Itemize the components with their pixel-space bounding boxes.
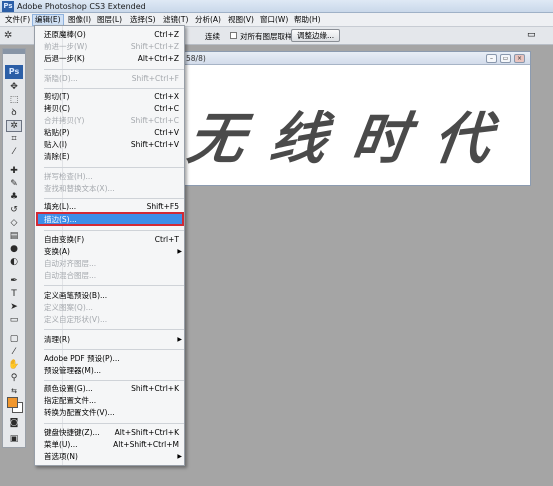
document-title: 58/8) [186, 54, 206, 63]
toolbox: Ps ✥ ⬚ ꝺ ✲ ⌗ ⁄ ✚ ✎ ♣ ↺ ◇ ▤ ● ◐ ✒ T ➤ ▭ ▢… [2, 48, 26, 448]
menu-item-fade: 渐隐(D)... Shift+Ctrl+F [44, 74, 179, 83]
menu-item-fill[interactable]: 填充(L)... Shift+F5 [44, 201, 185, 212]
menu-item-check-spelling: 拼写检查(H)... [44, 172, 93, 181]
path-selection-icon[interactable]: ➤ [6, 301, 22, 313]
menu-separator [44, 380, 184, 381]
pen-icon[interactable]: ✒ [6, 275, 22, 287]
magic-wand-icon[interactable]: ✲ [6, 120, 22, 132]
close-icon[interactable]: × [514, 54, 525, 63]
toolbox-grip[interactable] [3, 49, 25, 54]
quick-mask-icon[interactable]: ◙ [6, 417, 22, 429]
all-layers-checkbox[interactable] [230, 32, 237, 39]
zoom-icon[interactable]: ⚲ [6, 372, 22, 384]
brush-icon[interactable]: ✎ [6, 178, 22, 190]
stroke-callout-box [36, 212, 184, 226]
move-icon[interactable]: ✥ [6, 81, 22, 93]
eyedropper-icon[interactable]: ⁄ [6, 146, 22, 158]
crop-icon[interactable]: ⌗ [6, 133, 22, 145]
menu-separator [44, 285, 184, 286]
menu-item-paste-into[interactable]: 贴入(I) Shift+Ctrl+V [44, 139, 185, 150]
type-icon[interactable]: T [6, 288, 22, 300]
window-title: Adobe Photoshop CS3 Extended [17, 2, 146, 11]
swap-colors-icon[interactable]: ⇆ [6, 385, 22, 397]
lasso-icon[interactable]: ꝺ [6, 107, 22, 119]
menu-item-purge[interactable]: 清理(R) ▶ [44, 334, 185, 345]
document-title-bar[interactable]: 58/8) – ▭ × [184, 52, 530, 65]
menu-analysis[interactable]: 分析(A) [193, 14, 223, 26]
title-bar: Ps Adobe Photoshop CS3 Extended [0, 0, 553, 13]
menu-item-define-shape: 定义自定形状(V)... [44, 315, 108, 324]
menu-separator [44, 167, 184, 168]
document-window: 58/8) – ▭ × 无线时代 [183, 51, 531, 186]
menu-window[interactable]: 窗口(W) [258, 14, 290, 26]
magic-wand-icon[interactable]: ✲ [4, 30, 20, 42]
marquee-icon[interactable]: ⬚ [6, 94, 22, 106]
menu-item-cut[interactable]: 剪切(T) Ctrl+X [44, 91, 185, 102]
menu-help[interactable]: 帮助(H) [292, 14, 323, 26]
app-logo-icon: Ps [2, 1, 14, 12]
clone-stamp-icon[interactable]: ♣ [6, 191, 22, 203]
menu-item-define-brush[interactable]: 定义画笔预设(B)... [44, 290, 185, 301]
document-canvas[interactable]: 无线时代 [184, 66, 530, 185]
refine-edge-button[interactable]: 调整边缘... [291, 29, 341, 42]
hand-icon[interactable]: ✋ [6, 359, 22, 371]
brushes-palette-icon[interactable]: ▭ [527, 30, 539, 41]
menu-item-find-replace: 查找和替换文本(X)... [44, 184, 115, 193]
edit-menu: 还原魔棒(O) Ctrl+Z 前进一步(W) Shift+Ctrl+Z 后退一步(K… [34, 25, 185, 466]
minimize-icon[interactable]: – [486, 54, 497, 63]
dodge-icon[interactable]: ◐ [6, 256, 22, 268]
menu-item-undo[interactable]: 还原魔棒(O) Ctrl+Z [44, 29, 185, 40]
menu-view[interactable]: 视图(V) [226, 14, 256, 26]
eraser-icon[interactable]: ◇ [6, 217, 22, 229]
menu-item-menus[interactable]: 菜单(U)... Alt+Shift+Ctrl+M [44, 439, 185, 450]
submenu-arrow-icon: ▶ [177, 453, 182, 460]
menu-separator [44, 349, 184, 350]
menu-item-step-backward[interactable]: 后退一步(K) Alt+Ctrl+Z [44, 53, 185, 64]
menu-item-clear[interactable]: 清除(E) [44, 151, 185, 162]
menu-separator [44, 69, 184, 70]
ps-logo-icon[interactable]: Ps [5, 65, 23, 79]
eyedropper2-icon[interactable]: ⁄ [6, 346, 22, 358]
menu-separator [44, 423, 184, 424]
menu-item-pdf-presets[interactable]: Adobe PDF 预设(P)... [44, 353, 185, 364]
menu-item-copy-merged: 合并拷贝(Y) Shift+Ctrl+C [44, 116, 179, 125]
menu-item-auto-align: 自动对齐图层... [44, 259, 97, 268]
history-brush-icon[interactable]: ↺ [6, 204, 22, 216]
menu-item-assign-profile[interactable]: 指定配置文件... [44, 395, 185, 406]
submenu-arrow-icon: ▶ [177, 336, 182, 343]
menu-separator [44, 198, 184, 199]
canvas-text: 无线时代 [183, 106, 522, 172]
blur-icon[interactable]: ● [6, 243, 22, 255]
menu-item-keyboard-shortcuts[interactable]: 键盘快捷键(Z)... Alt+Shift+Ctrl+K [44, 427, 185, 438]
menu-separator [44, 88, 184, 89]
menu-item-step-forward: 前进一步(W) Shift+Ctrl+Z [44, 42, 179, 51]
menu-item-transform[interactable]: 变换(A) ▶ [44, 246, 185, 257]
menu-separator [44, 230, 184, 231]
menu-separator [44, 329, 184, 330]
menu-item-color-settings[interactable]: 颜色设置(G)... Shift+Ctrl+K [44, 383, 185, 394]
menu-item-preferences[interactable]: 首选项(N) ▶ [44, 451, 185, 462]
shape-icon[interactable]: ▭ [6, 314, 22, 326]
foreground-color-swatch[interactable] [7, 397, 18, 408]
menu-item-paste[interactable]: 粘贴(P) Ctrl+V [44, 127, 185, 138]
menu-item-preset-manager[interactable]: 预设管理器(M)... [44, 365, 185, 376]
menu-item-free-transform[interactable]: 自由变换(F) Ctrl+T [44, 234, 185, 245]
healing-brush-icon[interactable]: ✚ [6, 165, 22, 177]
menu-file[interactable]: 文件(F) [3, 14, 32, 26]
contiguous-label: 连续 [205, 32, 220, 41]
restore-icon[interactable]: ▭ [500, 54, 511, 63]
all-layers-label: 对所有图层取样 [240, 32, 293, 41]
notes-icon[interactable]: ▢ [6, 333, 22, 345]
gradient-icon[interactable]: ▤ [6, 230, 22, 242]
screen-mode-icon[interactable]: ▣ [6, 433, 22, 445]
menu-item-convert-profile[interactable]: 转换为配置文件(V)... [44, 407, 185, 418]
submenu-arrow-icon: ▶ [177, 248, 182, 255]
menu-item-auto-blend: 自动混合图层... [44, 271, 97, 280]
menu-item-copy[interactable]: 拷贝(C) Ctrl+C [44, 103, 185, 114]
menu-item-define-pattern: 定义图案(Q)... [44, 303, 93, 312]
